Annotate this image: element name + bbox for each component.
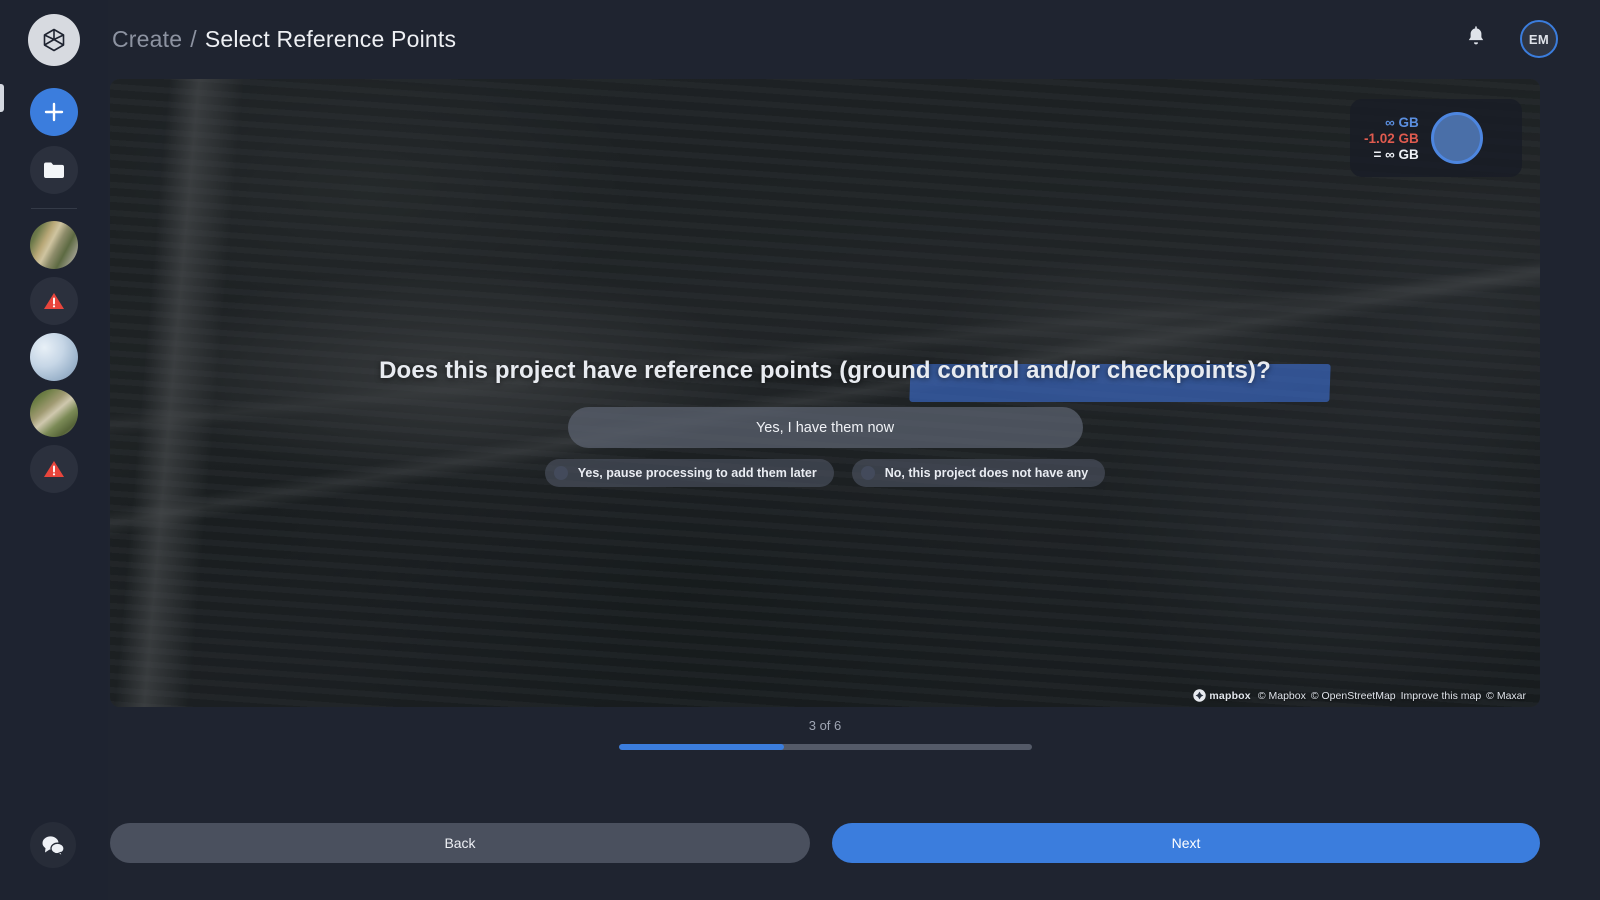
reference-points-prompt: Does this project have reference points …: [110, 357, 1540, 487]
secondary-options-row: Yes, pause processing to add them later …: [544, 459, 1106, 487]
breadcrumb: Create / Select Reference Points: [112, 26, 456, 53]
map-viewport[interactable]: ∞ GB -1.02 GB = ∞ GB Does this project h…: [110, 79, 1540, 707]
sidebar-item-project-3[interactable]: [30, 333, 78, 381]
projects-folder-button[interactable]: [30, 146, 78, 194]
bell-icon: [1468, 25, 1484, 44]
breadcrumb-separator: /: [190, 25, 197, 52]
warning-triangle-icon: [44, 293, 64, 309]
progress-track: [618, 744, 1032, 750]
radio-icon: [860, 466, 875, 480]
mapbox-wordmark: mapbox: [1209, 689, 1251, 702]
support-chat-button[interactable]: [30, 822, 76, 868]
app-root: Create / Select Reference Points EM ∞ GB…: [0, 0, 1600, 900]
storage-used: -1.02 GB: [1364, 130, 1419, 146]
step-counter: 3 of 6: [808, 718, 842, 733]
chat-bubbles-icon: [42, 836, 65, 857]
cube-logo-icon: [38, 24, 70, 56]
radio-icon: [553, 466, 568, 480]
storage-remaining: = ∞ GB: [1373, 146, 1419, 162]
user-avatar[interactable]: EM: [1520, 20, 1558, 58]
storage-values: ∞ GB -1.02 GB = ∞ GB: [1364, 115, 1419, 162]
sidebar-item-project-2-warning[interactable]: [30, 277, 78, 325]
left-sidebar: [0, 0, 108, 900]
wizard-footer: Back Next: [110, 823, 1540, 863]
option-pause-processing-button[interactable]: Yes, pause processing to add them later: [544, 459, 834, 487]
create-project-button[interactable]: [30, 88, 78, 136]
next-button[interactable]: Next: [832, 823, 1540, 863]
storage-widget: ∞ GB -1.02 GB = ∞ GB: [1350, 99, 1522, 177]
attribution-mapbox[interactable]: © Mapbox: [1258, 690, 1306, 702]
plus-icon: [44, 102, 64, 122]
option-no-reference-points-button[interactable]: No, this project does not have any: [851, 459, 1106, 487]
sidebar-divider: [31, 208, 77, 209]
sidebar-item-project-5-warning[interactable]: [30, 445, 78, 493]
warning-triangle-icon: [44, 461, 64, 477]
sidebar-item-project-1[interactable]: [30, 221, 78, 269]
mapbox-logo-icon: [1193, 689, 1207, 702]
attribution-maxar[interactable]: © Maxar: [1486, 690, 1526, 702]
storage-gauge-icon: [1430, 112, 1483, 164]
folder-icon: [44, 162, 64, 178]
header-actions: EM: [1466, 20, 1558, 58]
app-logo[interactable]: [28, 14, 80, 66]
breadcrumb-parent[interactable]: Create: [112, 26, 182, 53]
mapbox-logo[interactable]: mapbox: [1193, 689, 1251, 702]
option-pause-processing-label: Yes, pause processing to add them later: [577, 466, 817, 480]
top-header: Create / Select Reference Points EM: [108, 0, 1600, 78]
page-title: Select Reference Points: [204, 25, 457, 52]
question-title: Does this project have reference points …: [379, 357, 1271, 384]
back-button[interactable]: Back: [110, 823, 810, 863]
progress-fill: [618, 744, 784, 750]
sidebar-item-project-4[interactable]: [30, 389, 78, 437]
map-attribution: mapbox © Mapbox © OpenStreetMap Improve …: [1193, 689, 1526, 702]
wizard-progress: 3 of 6: [110, 718, 1540, 750]
option-have-now-button[interactable]: Yes, I have them now: [567, 407, 1083, 448]
storage-total: ∞ GB: [1385, 114, 1419, 130]
notifications-button[interactable]: [1466, 25, 1486, 53]
option-no-reference-points-label: No, this project does not have any: [884, 466, 1089, 480]
attribution-links: © Mapbox © OpenStreetMap Improve this ma…: [1258, 690, 1526, 702]
attribution-osm[interactable]: © OpenStreetMap: [1311, 690, 1396, 702]
attribution-improve-map[interactable]: Improve this map: [1401, 690, 1482, 702]
sidebar-edge-handle[interactable]: [0, 84, 4, 112]
